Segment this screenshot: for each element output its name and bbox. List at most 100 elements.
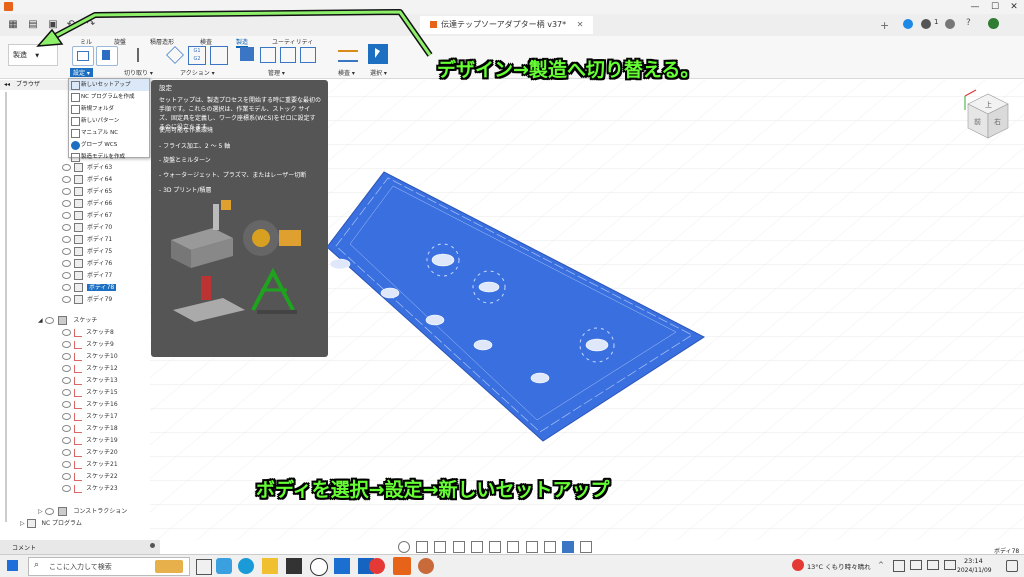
visibility-icon[interactable] (62, 389, 71, 396)
visibility-icon[interactable] (62, 236, 71, 243)
task-view-icon[interactable] (196, 559, 212, 575)
dropdown-item[interactable]: グローブ WCS (69, 139, 149, 151)
windows-start-icon[interactable] (7, 560, 18, 571)
zoom-icon[interactable] (452, 541, 465, 553)
visibility-icon[interactable] (62, 377, 71, 384)
body-row[interactable]: ボディ64 (62, 174, 116, 186)
fit-icon[interactable] (470, 541, 483, 553)
sketch-row[interactable]: スケッチ10 (62, 351, 118, 363)
visibility-icon[interactable] (62, 188, 71, 195)
body-row[interactable]: ボディ70 (62, 222, 116, 234)
comments-bar[interactable]: コメント (0, 540, 160, 554)
nc-program-row[interactable]: ▷ NC プログラム (20, 518, 82, 530)
sketch-row[interactable]: スケッチ23 (62, 483, 118, 495)
dropdown-item[interactable]: マニュアル NC (69, 127, 149, 139)
construction-row[interactable]: ▷ コンストラクション (38, 506, 127, 518)
dell-icon[interactable] (310, 558, 328, 576)
sketch-row[interactable]: スケッチ21 (62, 459, 118, 471)
section-analysis-icon[interactable] (543, 541, 556, 553)
grid-settings-icon[interactable] (507, 541, 520, 553)
sketch-row[interactable]: スケッチ19 (62, 435, 118, 447)
battery-icon[interactable] (944, 560, 956, 570)
sketch-folder-row[interactable]: ◢ スケッチ (38, 315, 97, 327)
weather-text[interactable]: 13°C くもり時々晴れ (807, 561, 871, 571)
comments-toggle-icon[interactable] (150, 543, 155, 548)
visibility-icon[interactable] (62, 485, 71, 492)
sketch-row[interactable]: スケッチ8 (62, 327, 118, 339)
body-row[interactable]: ボディ71 (62, 234, 116, 246)
mail-icon[interactable] (334, 558, 350, 574)
tray-app-icon[interactable] (893, 560, 905, 572)
sketch-row[interactable]: スケッチ13 (62, 375, 118, 387)
visibility-icon[interactable] (62, 329, 71, 336)
file-explorer-icon[interactable] (262, 558, 278, 574)
display-settings-icon[interactable] (489, 541, 502, 553)
sketch-row[interactable]: スケッチ17 (62, 411, 118, 423)
dropdown-item[interactable]: 製造モデルを作成 (69, 151, 149, 163)
body-row[interactable]: ボディ75 (62, 246, 116, 258)
visibility-icon[interactable] (62, 341, 71, 348)
sketch-row[interactable]: スケッチ15 (62, 387, 118, 399)
body-row[interactable]: ボディ78 (62, 282, 117, 294)
weather-icon[interactable] (792, 559, 804, 571)
browser-taskbar-icon[interactable] (418, 558, 434, 574)
visibility-icon[interactable] (44, 508, 54, 515)
body-row[interactable]: ボディ76 (62, 258, 116, 270)
visibility-icon[interactable] (62, 248, 71, 255)
visibility-icon[interactable] (62, 365, 71, 372)
visibility-icon[interactable] (62, 272, 71, 279)
body-row[interactable]: ボディ66 (62, 198, 116, 210)
expand-icon[interactable]: ◢ (38, 317, 43, 324)
pan-icon[interactable] (434, 541, 447, 553)
tray-chevron-icon[interactable]: ^ (878, 561, 884, 569)
viewports-icon[interactable] (525, 541, 538, 553)
visibility-icon[interactable] (62, 353, 71, 360)
body-row[interactable]: ボディ63 (62, 162, 116, 174)
fusion-taskbar-icon[interactable] (393, 557, 411, 575)
expand-icon[interactable]: ▷ (20, 520, 25, 527)
look-at-icon[interactable] (416, 541, 429, 553)
sketch-row[interactable]: スケッチ12 (62, 363, 118, 375)
volume-icon[interactable] (927, 560, 939, 570)
expand-icon[interactable]: ▷ (38, 508, 43, 515)
visibility-icon[interactable] (62, 425, 71, 432)
sketch-row[interactable]: スケッチ20 (62, 447, 118, 459)
body-row[interactable]: ボディ67 (62, 210, 116, 222)
store-icon[interactable] (286, 558, 302, 574)
sketch-row[interactable]: スケッチ18 (62, 423, 118, 435)
visibility-icon[interactable] (62, 176, 71, 183)
copilot-icon[interactable] (216, 558, 232, 574)
visibility-icon[interactable] (62, 260, 71, 267)
notification-center-icon[interactable] (1006, 560, 1018, 572)
chrome-icon[interactable] (369, 558, 385, 574)
visibility-icon[interactable] (62, 224, 71, 231)
visibility-icon[interactable] (62, 164, 71, 171)
visibility-icon[interactable] (62, 401, 71, 408)
orbit-icon[interactable] (398, 541, 410, 553)
body-row[interactable]: ボディ77 (62, 270, 116, 282)
stock-icon[interactable] (562, 541, 575, 553)
clock-time[interactable]: 23:14 (964, 557, 983, 565)
taskbar-search-box[interactable]: ⌕ ここに入力して検索 (28, 557, 190, 576)
edge-icon[interactable] (238, 558, 254, 574)
visibility-icon[interactable] (62, 413, 71, 420)
visibility-icon[interactable] (62, 449, 71, 456)
visibility-icon[interactable] (62, 437, 71, 444)
sketch-row[interactable]: スケッチ9 (62, 339, 118, 351)
visibility-icon[interactable] (44, 317, 54, 324)
visibility-icon[interactable] (62, 461, 71, 468)
visibility-icon[interactable] (62, 200, 71, 207)
bodies-list: ボディ63 ボディ64 ボディ65 ボディ66 ボディ67 ボディ70 ボディ71 ボディ75… (62, 162, 117, 306)
visibility-icon[interactable] (62, 296, 71, 303)
sketch-row[interactable]: スケッチ22 (62, 471, 118, 483)
visibility-icon[interactable] (62, 473, 71, 480)
clock-date[interactable]: 2024/11/09 (957, 567, 992, 574)
visibility-icon[interactable] (62, 284, 71, 291)
browser-scrollbar[interactable] (5, 92, 7, 522)
body-row[interactable]: ボディ79 (62, 294, 116, 306)
wifi-icon[interactable] (910, 560, 922, 570)
body-row[interactable]: ボディ65 (62, 186, 116, 198)
sketch-row[interactable]: スケッチ16 (62, 399, 118, 411)
toolpath-icon[interactable] (580, 541, 593, 553)
visibility-icon[interactable] (62, 212, 71, 219)
